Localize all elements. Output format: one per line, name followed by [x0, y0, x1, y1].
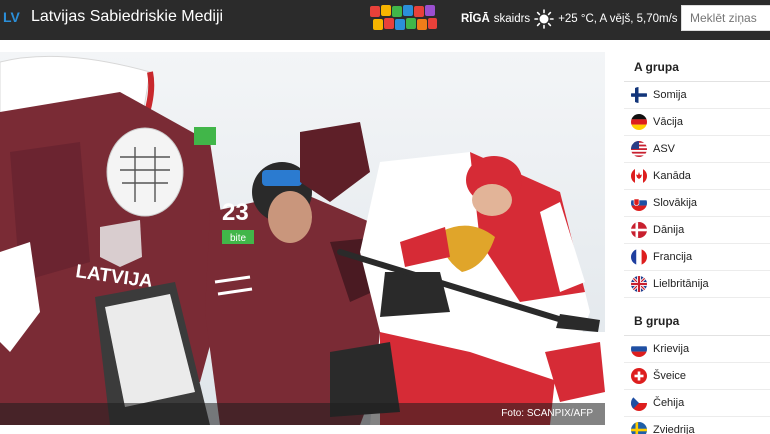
- team-item-zviedrija[interactable]: Zviedrija: [624, 417, 770, 434]
- sun-icon: [534, 9, 554, 29]
- team-name: Vācija: [653, 116, 683, 128]
- team-name: Somija: [653, 89, 687, 101]
- team-name: Zviedrija: [653, 424, 695, 434]
- weather-widget[interactable]: RĪGĀ skaidrs +25 °C, A vējš, 5,70m/s: [461, 9, 678, 29]
- uk-flag-icon: [631, 276, 647, 292]
- hockey-photo-illustration: LATVIJA 23 bite: [0, 52, 605, 425]
- team-item-francija[interactable]: Francija: [624, 244, 770, 271]
- germany-flag-icon: [631, 114, 647, 130]
- team-item-sveice[interactable]: Šveice: [624, 363, 770, 390]
- weather-condition: skaidrs: [493, 13, 531, 25]
- team-name: Dānija: [653, 224, 685, 236]
- site-header: LV Latvijas Sabiedriskie Mediji RĪGĀ ska…: [0, 0, 770, 40]
- team-name: Šveice: [653, 370, 687, 382]
- team-item-somija[interactable]: Somija: [624, 82, 770, 109]
- hero-photo[interactable]: LATVIJA 23 bite Foto: SCANPIX/AFP: [0, 52, 605, 425]
- groups-sidebar: A grupa Somija Vācija ASV Kanāda Slovāki…: [624, 52, 770, 434]
- finland-flag-icon: [631, 87, 647, 103]
- kids-portal-logo[interactable]: [369, 4, 439, 32]
- weather-details: +25 °C, A vējš, 5,70m/s: [558, 13, 678, 25]
- team-item-asv[interactable]: ASV: [624, 136, 770, 163]
- sponsor-label: bite: [230, 233, 247, 244]
- team-item-krievija[interactable]: Krievija: [624, 336, 770, 363]
- language-logo[interactable]: LV: [3, 9, 20, 25]
- team-name: Francija: [653, 251, 693, 263]
- jersey-number: 23: [222, 199, 249, 226]
- weather-city: RĪGĀ: [461, 13, 490, 25]
- russia-flag-icon: [631, 341, 647, 357]
- group-a-title: A grupa: [624, 52, 770, 82]
- team-item-lielbritanija[interactable]: Lielbritānija: [624, 271, 770, 298]
- search-input[interactable]: [681, 5, 770, 31]
- team-item-vacija[interactable]: Vācija: [624, 109, 770, 136]
- denmark-flag-icon: [631, 222, 647, 238]
- czechia-flag-icon: [631, 395, 647, 411]
- switzerland-flag-icon: [631, 368, 647, 384]
- france-flag-icon: [631, 249, 647, 265]
- team-item-danija[interactable]: Dānija: [624, 217, 770, 244]
- slovakia-flag-icon: [631, 195, 647, 211]
- team-item-kanada[interactable]: Kanāda: [624, 163, 770, 190]
- photo-credit: Foto: SCANPIX/AFP: [501, 408, 593, 419]
- team-name: Lielbritānija: [653, 278, 709, 290]
- team-name: Slovākija: [653, 197, 698, 209]
- group-b-title: B grupa: [624, 306, 770, 336]
- team-item-slovakija[interactable]: Slovākija: [624, 190, 770, 217]
- team-name: Čehija: [653, 397, 685, 409]
- usa-flag-icon: [631, 141, 647, 157]
- canada-flag-icon: [631, 168, 647, 184]
- team-name: Krievija: [653, 343, 690, 355]
- team-item-cehija[interactable]: Čehija: [624, 390, 770, 417]
- team-name: ASV: [653, 143, 676, 155]
- sweden-flag-icon: [631, 422, 647, 434]
- site-title[interactable]: Latvijas Sabiedriskie Mediji: [31, 8, 223, 26]
- team-name: Kanāda: [653, 170, 691, 182]
